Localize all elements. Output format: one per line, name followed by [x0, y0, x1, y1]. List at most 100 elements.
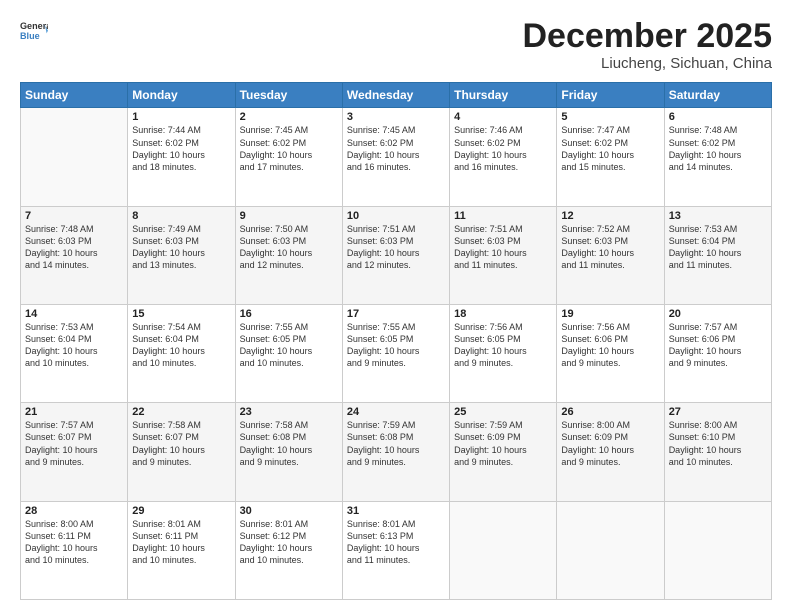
day-number: 19: [561, 308, 659, 320]
calendar-cell: 1Sunrise: 7:44 AM Sunset: 6:02 PM Daylig…: [128, 108, 235, 206]
calendar-cell: 9Sunrise: 7:50 AM Sunset: 6:03 PM Daylig…: [235, 206, 342, 304]
day-number: 14: [25, 308, 123, 320]
calendar-cell: 14Sunrise: 7:53 AM Sunset: 6:04 PM Dayli…: [21, 305, 128, 403]
logo: General Blue: [20, 18, 48, 46]
calendar-cell: 4Sunrise: 7:46 AM Sunset: 6:02 PM Daylig…: [450, 108, 557, 206]
weekday-header-sunday: Sunday: [21, 83, 128, 108]
day-number: 13: [669, 210, 767, 222]
calendar-cell: 6Sunrise: 7:48 AM Sunset: 6:02 PM Daylig…: [664, 108, 771, 206]
weekday-header-wednesday: Wednesday: [342, 83, 449, 108]
day-info: Sunrise: 7:44 AM Sunset: 6:02 PM Dayligh…: [132, 124, 230, 173]
calendar-cell: 2Sunrise: 7:45 AM Sunset: 6:02 PM Daylig…: [235, 108, 342, 206]
calendar-cell: [450, 501, 557, 599]
day-number: 4: [454, 111, 552, 123]
calendar-cell: 23Sunrise: 7:58 AM Sunset: 6:08 PM Dayli…: [235, 403, 342, 501]
day-info: Sunrise: 7:55 AM Sunset: 6:05 PM Dayligh…: [240, 321, 338, 370]
calendar-cell: 13Sunrise: 7:53 AM Sunset: 6:04 PM Dayli…: [664, 206, 771, 304]
day-number: 3: [347, 111, 445, 123]
day-info: Sunrise: 7:56 AM Sunset: 6:05 PM Dayligh…: [454, 321, 552, 370]
calendar-week-row: 28Sunrise: 8:00 AM Sunset: 6:11 PM Dayli…: [21, 501, 772, 599]
svg-text:Blue: Blue: [20, 31, 40, 41]
weekday-header-tuesday: Tuesday: [235, 83, 342, 108]
day-number: 25: [454, 406, 552, 418]
day-number: 10: [347, 210, 445, 222]
day-info: Sunrise: 8:01 AM Sunset: 6:11 PM Dayligh…: [132, 518, 230, 567]
day-info: Sunrise: 7:58 AM Sunset: 6:07 PM Dayligh…: [132, 419, 230, 468]
header: General Blue December 2025 Liucheng, Sic…: [20, 18, 772, 72]
day-number: 22: [132, 406, 230, 418]
calendar-table: SundayMondayTuesdayWednesdayThursdayFrid…: [20, 82, 772, 600]
calendar-cell: 18Sunrise: 7:56 AM Sunset: 6:05 PM Dayli…: [450, 305, 557, 403]
weekday-header-friday: Friday: [557, 83, 664, 108]
calendar-cell: 12Sunrise: 7:52 AM Sunset: 6:03 PM Dayli…: [557, 206, 664, 304]
day-info: Sunrise: 8:00 AM Sunset: 6:11 PM Dayligh…: [25, 518, 123, 567]
calendar-cell: 3Sunrise: 7:45 AM Sunset: 6:02 PM Daylig…: [342, 108, 449, 206]
calendar-cell: 15Sunrise: 7:54 AM Sunset: 6:04 PM Dayli…: [128, 305, 235, 403]
day-number: 24: [347, 406, 445, 418]
day-info: Sunrise: 7:53 AM Sunset: 6:04 PM Dayligh…: [669, 223, 767, 272]
day-info: Sunrise: 7:48 AM Sunset: 6:02 PM Dayligh…: [669, 124, 767, 173]
day-number: 31: [347, 505, 445, 517]
calendar-week-row: 1Sunrise: 7:44 AM Sunset: 6:02 PM Daylig…: [21, 108, 772, 206]
day-number: 11: [454, 210, 552, 222]
calendar-cell: 11Sunrise: 7:51 AM Sunset: 6:03 PM Dayli…: [450, 206, 557, 304]
calendar-cell: 5Sunrise: 7:47 AM Sunset: 6:02 PM Daylig…: [557, 108, 664, 206]
day-number: 5: [561, 111, 659, 123]
location: Liucheng, Sichuan, China: [522, 55, 772, 72]
day-number: 2: [240, 111, 338, 123]
weekday-header-saturday: Saturday: [664, 83, 771, 108]
calendar-header-row: SundayMondayTuesdayWednesdayThursdayFrid…: [21, 83, 772, 108]
day-info: Sunrise: 7:52 AM Sunset: 6:03 PM Dayligh…: [561, 223, 659, 272]
day-number: 17: [347, 308, 445, 320]
calendar-cell: 31Sunrise: 8:01 AM Sunset: 6:13 PM Dayli…: [342, 501, 449, 599]
logo-icon: General Blue: [20, 18, 48, 46]
day-info: Sunrise: 7:57 AM Sunset: 6:07 PM Dayligh…: [25, 419, 123, 468]
day-number: 18: [454, 308, 552, 320]
day-number: 12: [561, 210, 659, 222]
day-info: Sunrise: 7:46 AM Sunset: 6:02 PM Dayligh…: [454, 124, 552, 173]
day-number: 9: [240, 210, 338, 222]
day-info: Sunrise: 7:45 AM Sunset: 6:02 PM Dayligh…: [347, 124, 445, 173]
day-number: 7: [25, 210, 123, 222]
calendar-cell: 22Sunrise: 7:58 AM Sunset: 6:07 PM Dayli…: [128, 403, 235, 501]
day-info: Sunrise: 8:00 AM Sunset: 6:10 PM Dayligh…: [669, 419, 767, 468]
day-info: Sunrise: 7:51 AM Sunset: 6:03 PM Dayligh…: [347, 223, 445, 272]
day-info: Sunrise: 7:59 AM Sunset: 6:09 PM Dayligh…: [454, 419, 552, 468]
day-info: Sunrise: 7:48 AM Sunset: 6:03 PM Dayligh…: [25, 223, 123, 272]
day-number: 26: [561, 406, 659, 418]
calendar-week-row: 21Sunrise: 7:57 AM Sunset: 6:07 PM Dayli…: [21, 403, 772, 501]
calendar-cell: 7Sunrise: 7:48 AM Sunset: 6:03 PM Daylig…: [21, 206, 128, 304]
calendar-cell: 17Sunrise: 7:55 AM Sunset: 6:05 PM Dayli…: [342, 305, 449, 403]
calendar-cell: 8Sunrise: 7:49 AM Sunset: 6:03 PM Daylig…: [128, 206, 235, 304]
day-number: 6: [669, 111, 767, 123]
calendar-cell: 10Sunrise: 7:51 AM Sunset: 6:03 PM Dayli…: [342, 206, 449, 304]
calendar-cell: 29Sunrise: 8:01 AM Sunset: 6:11 PM Dayli…: [128, 501, 235, 599]
day-number: 21: [25, 406, 123, 418]
svg-text:General: General: [20, 21, 48, 31]
day-info: Sunrise: 7:51 AM Sunset: 6:03 PM Dayligh…: [454, 223, 552, 272]
day-info: Sunrise: 7:56 AM Sunset: 6:06 PM Dayligh…: [561, 321, 659, 370]
day-info: Sunrise: 7:49 AM Sunset: 6:03 PM Dayligh…: [132, 223, 230, 272]
day-info: Sunrise: 7:50 AM Sunset: 6:03 PM Dayligh…: [240, 223, 338, 272]
calendar-week-row: 7Sunrise: 7:48 AM Sunset: 6:03 PM Daylig…: [21, 206, 772, 304]
calendar-cell: 28Sunrise: 8:00 AM Sunset: 6:11 PM Dayli…: [21, 501, 128, 599]
title-area: December 2025 Liucheng, Sichuan, China: [522, 18, 772, 72]
month-title: December 2025: [522, 18, 772, 55]
calendar-cell: [664, 501, 771, 599]
day-info: Sunrise: 7:53 AM Sunset: 6:04 PM Dayligh…: [25, 321, 123, 370]
calendar-cell: 20Sunrise: 7:57 AM Sunset: 6:06 PM Dayli…: [664, 305, 771, 403]
day-info: Sunrise: 7:54 AM Sunset: 6:04 PM Dayligh…: [132, 321, 230, 370]
day-info: Sunrise: 7:47 AM Sunset: 6:02 PM Dayligh…: [561, 124, 659, 173]
day-number: 8: [132, 210, 230, 222]
calendar-cell: [557, 501, 664, 599]
calendar-cell: 30Sunrise: 8:01 AM Sunset: 6:12 PM Dayli…: [235, 501, 342, 599]
day-info: Sunrise: 7:45 AM Sunset: 6:02 PM Dayligh…: [240, 124, 338, 173]
calendar-cell: 21Sunrise: 7:57 AM Sunset: 6:07 PM Dayli…: [21, 403, 128, 501]
day-info: Sunrise: 7:58 AM Sunset: 6:08 PM Dayligh…: [240, 419, 338, 468]
weekday-header-monday: Monday: [128, 83, 235, 108]
calendar-cell: [21, 108, 128, 206]
day-number: 15: [132, 308, 230, 320]
calendar-cell: 16Sunrise: 7:55 AM Sunset: 6:05 PM Dayli…: [235, 305, 342, 403]
calendar-cell: 19Sunrise: 7:56 AM Sunset: 6:06 PM Dayli…: [557, 305, 664, 403]
day-number: 16: [240, 308, 338, 320]
